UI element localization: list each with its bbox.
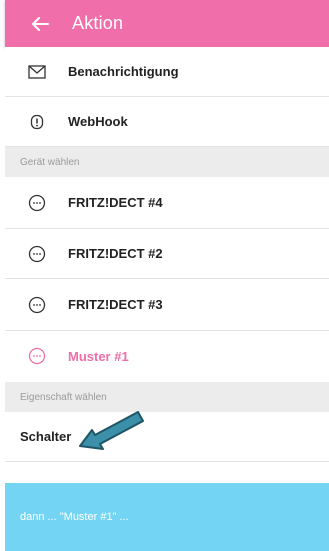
property-item[interactable]: Schalter	[5, 412, 329, 462]
device-dots-icon	[26, 345, 48, 367]
section-header-device: Gerät wählen	[5, 147, 329, 177]
section-header-property: Eigenschaft wählen	[5, 382, 329, 412]
arrow-left-icon	[32, 16, 49, 31]
footer-text: dann ... "Muster #1" ...	[20, 511, 129, 523]
action-item-label: Benachrichtigung	[68, 64, 179, 79]
device-item-label: Muster #1	[68, 348, 129, 364]
footer-summary-bar[interactable]: dann ... "Muster #1" ...	[5, 483, 329, 551]
device-item-label: FRITZ!DECT #2	[68, 246, 163, 261]
device-item[interactable]: FRITZ!DECT #2	[5, 229, 329, 279]
device-item[interactable]: FRITZ!DECT #3	[5, 279, 329, 331]
device-item[interactable]: FRITZ!DECT #4	[5, 177, 329, 229]
device-dots-icon	[26, 294, 48, 316]
section-title: Gerät wählen	[20, 156, 80, 168]
section-title: Eigenschaft wählen	[20, 391, 107, 403]
page-title: Aktion	[72, 13, 124, 33]
property-item-label: Schalter	[20, 429, 72, 444]
device-dots-icon	[26, 192, 48, 214]
exclamation-badge-icon	[26, 111, 48, 133]
device-item-label: FRITZ!DECT #4	[68, 195, 163, 210]
action-item-label: WebHook	[68, 114, 128, 129]
envelope-icon	[26, 61, 48, 83]
action-item-notification[interactable]: Benachrichtigung	[5, 47, 329, 97]
pointer-arrow-icon	[79, 411, 144, 450]
action-item-webhook[interactable]: WebHook	[5, 97, 329, 147]
device-item-label: FRITZ!DECT #3	[68, 297, 163, 312]
action-screen: Aktion Benachrichtigung WebHook Gerät wä…	[0, 0, 329, 551]
device-dots-icon	[26, 243, 48, 265]
device-item-selected[interactable]: Muster #1	[5, 331, 329, 381]
back-button[interactable]	[20, 4, 60, 44]
app-bar: Aktion	[5, 0, 329, 47]
